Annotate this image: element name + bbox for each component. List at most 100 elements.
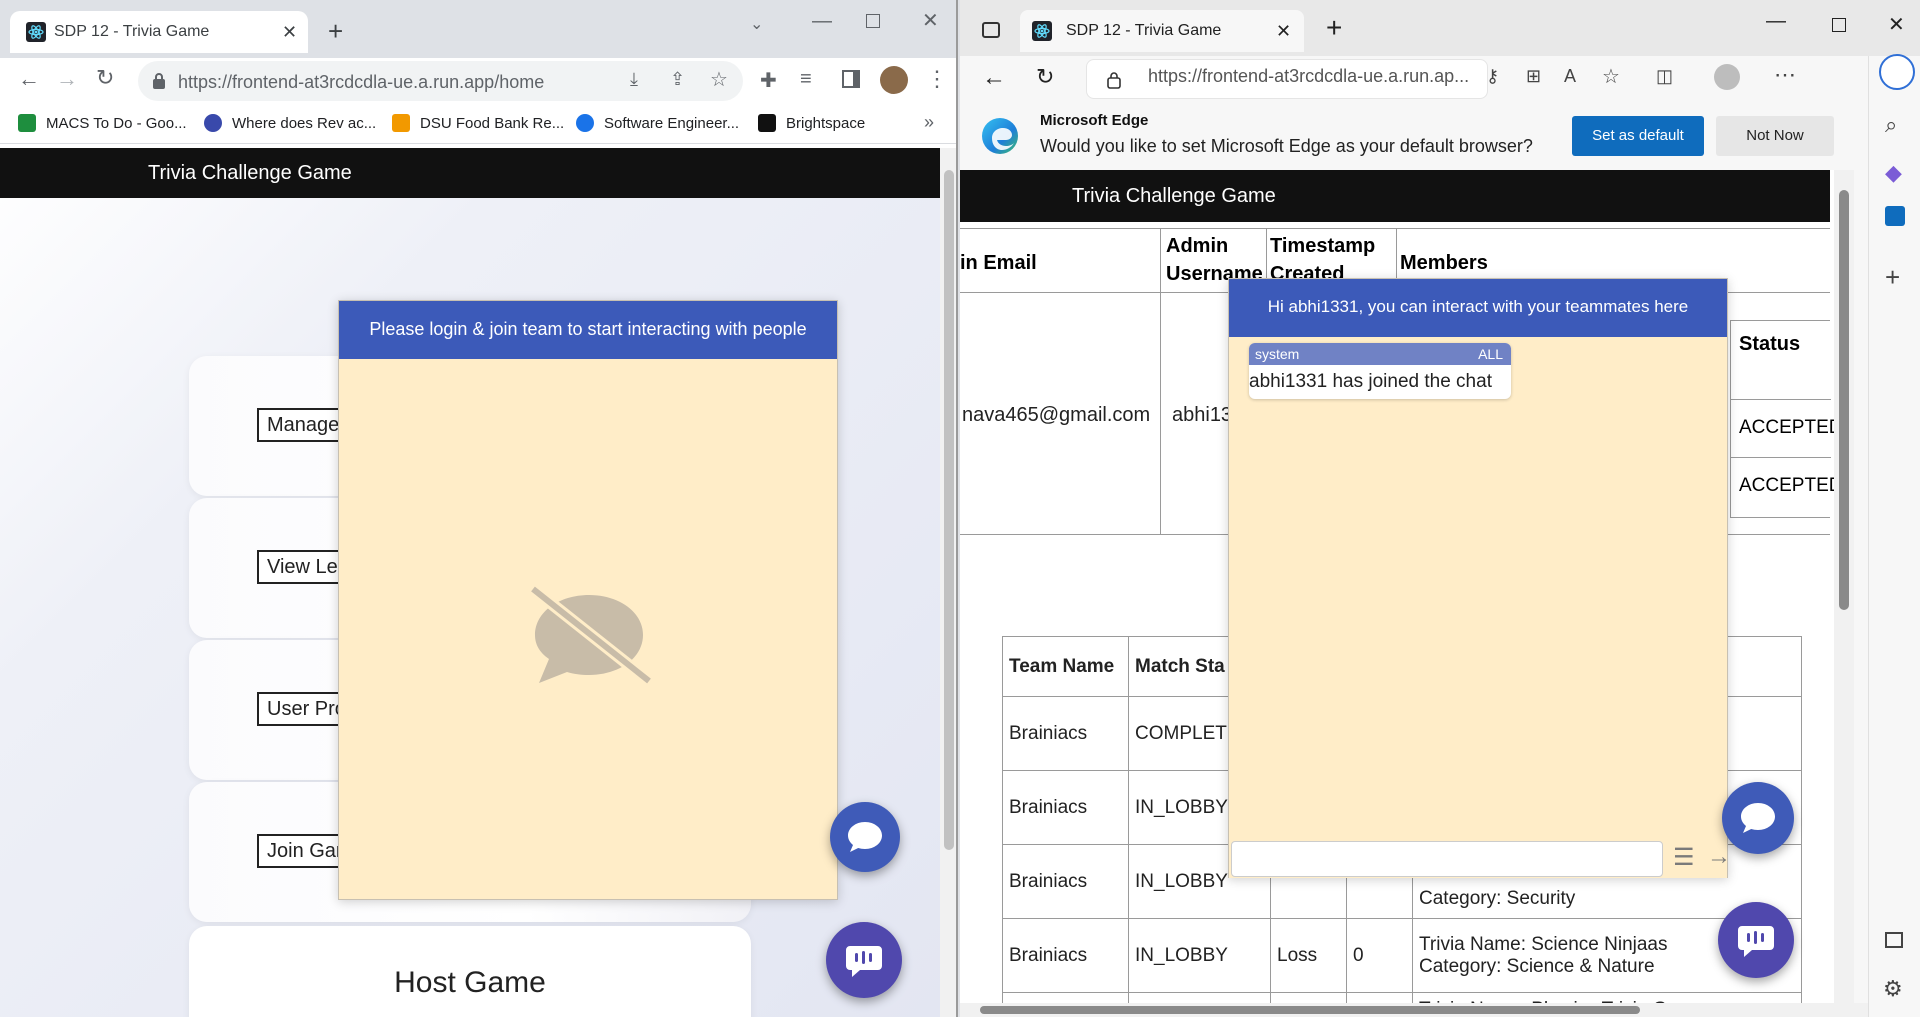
chat-bubble-icon — [848, 822, 882, 852]
close-window-icon[interactable]: ✕ — [1888, 12, 1905, 37]
scroll-thumb[interactable] — [1839, 190, 1849, 610]
star-icon[interactable]: ☆ — [710, 67, 728, 92]
minimize-icon[interactable]: — — [1766, 10, 1786, 33]
extensions-icon[interactable]: ✚ — [760, 68, 777, 93]
url-text: https://frontend-at3rcdcdla-ue.a.run.ap.… — [1148, 66, 1470, 86]
reload-icon[interactable]: ↻ — [1036, 64, 1054, 90]
address-bar[interactable]: https://frontend-at3rcdcdla-ue.a.run.app… — [138, 61, 743, 101]
bookmarks-overflow[interactable]: » — [924, 112, 934, 133]
split-screen-icon[interactable]: ◫ — [1656, 66, 1673, 87]
members-subtable: Status ACCEPTED ACCEPTED — [1730, 320, 1834, 518]
chat-header: Hi abhi1331, you can interact with your … — [1229, 279, 1727, 337]
bookmark-dsu[interactable]: DSU Food Bank Re... — [392, 114, 564, 132]
airtable-icon — [392, 114, 410, 132]
table-border — [960, 228, 1830, 229]
sidebar-toggle-icon[interactable] — [1885, 932, 1903, 948]
react-icon — [1032, 21, 1052, 41]
row-border — [1731, 399, 1831, 400]
team-chat-popup: Hi abhi1331, you can interact with your … — [1228, 278, 1731, 878]
close-tab-icon[interactable]: ✕ — [282, 23, 297, 41]
chat-message-input[interactable] — [1231, 841, 1663, 877]
vertical-scrollbar[interactable] — [940, 148, 956, 1017]
list-icon[interactable]: ☰ — [1673, 843, 1695, 872]
cell-status: IN_LOBBY — [1128, 918, 1271, 993]
chrome-window: SDP 12 - Trivia Game ✕ + ⌄ — ✕ ← → ↻ htt… — [0, 0, 958, 1017]
banner-title: Microsoft Edge — [1040, 112, 1149, 129]
host-game-label[interactable]: Host Game — [189, 966, 751, 1000]
chatbot-icon — [1738, 926, 1774, 957]
search-icon[interactable]: ⌕ — [1885, 112, 1897, 138]
manage-button[interactable]: Manage — [257, 408, 350, 442]
chevron-down-icon[interactable]: ⌄ — [750, 14, 763, 34]
navbar: Trivia Challenge Game — [960, 170, 1830, 222]
navbar: Trivia Challenge Game — [0, 148, 940, 198]
bookmark-rev[interactable]: Where does Rev ac... — [204, 114, 376, 132]
copilot-icon[interactable] — [1879, 54, 1915, 90]
chatbot-button[interactable] — [826, 922, 902, 998]
new-tab-icon[interactable]: + — [1326, 12, 1342, 44]
admin-username: abhi13 — [1172, 404, 1233, 426]
back-icon[interactable]: ← — [982, 64, 1006, 92]
chat-popup: Please login & join team to start intera… — [338, 300, 838, 900]
th-members: Members — [1400, 252, 1488, 274]
more-menu-icon[interactable]: ⋮ — [926, 66, 948, 92]
set-default-button[interactable]: Set as default — [1572, 116, 1704, 156]
edge-sidebar: ⌕ ◆ + ⚙ — [1868, 54, 1920, 1017]
avatar[interactable] — [880, 66, 908, 94]
side-panel-icon[interactable] — [842, 70, 860, 88]
bookmark-software[interactable]: Software Engineer... — [576, 114, 739, 132]
bookmark-brightspace[interactable]: Brightspace — [758, 114, 865, 132]
new-tab-icon[interactable]: + — [328, 16, 343, 47]
key-icon[interactable]: ⚷ — [1486, 66, 1499, 87]
shopping-icon[interactable]: ◆ — [1885, 160, 1902, 186]
not-now-button[interactable]: Not Now — [1716, 116, 1834, 156]
forward-icon[interactable]: → — [56, 66, 78, 92]
share-icon[interactable]: ⇪ — [670, 69, 685, 90]
th-status: Status — [1739, 333, 1801, 355]
chatbot-button[interactable] — [1718, 902, 1794, 978]
default-browser-banner: Microsoft Edge Would you like to set Mic… — [960, 104, 1860, 168]
site-title[interactable]: Trivia Challenge Game — [1072, 185, 1276, 208]
chat-toggle-button[interactable] — [1722, 782, 1794, 854]
scroll-thumb[interactable] — [944, 170, 954, 850]
chat-disabled-icon — [529, 585, 653, 686]
d2l-icon — [758, 114, 776, 132]
scroll-thumb[interactable] — [980, 1006, 1640, 1014]
maximize-icon[interactable] — [866, 14, 880, 28]
browser-tab[interactable]: SDP 12 - Trivia Game ✕ — [1020, 10, 1304, 52]
minimize-icon[interactable]: — — [812, 10, 832, 33]
bookmark-macs[interactable]: MACS To Do - Goo... — [18, 114, 187, 132]
rev-icon — [204, 114, 222, 132]
chat-bubble-icon — [1741, 803, 1775, 833]
chat-toggle-button[interactable] — [830, 802, 900, 872]
back-icon[interactable]: ← — [18, 66, 40, 92]
read-aloud-icon[interactable]: A — [1564, 66, 1576, 87]
vertical-scrollbar[interactable] — [1834, 170, 1854, 1003]
settings-icon[interactable]: ⚙ — [1883, 976, 1903, 1002]
maximize-icon[interactable] — [1832, 18, 1846, 32]
profile-icon[interactable] — [1714, 64, 1740, 90]
cell-team: Brainiacs — [1002, 844, 1129, 919]
outlook-icon[interactable] — [1885, 206, 1905, 226]
install-icon[interactable]: ⤓ — [630, 69, 638, 90]
member-status: ACCEPTED — [1739, 475, 1834, 496]
bookmark-label: Software Engineer... — [604, 114, 740, 132]
media-icon[interactable]: ≡ — [800, 68, 812, 91]
site-title[interactable]: Trivia Challenge Game — [148, 162, 352, 185]
close-tab-icon[interactable]: ✕ — [1276, 22, 1291, 40]
apps-icon[interactable]: ⊞ — [1526, 66, 1541, 87]
cell-result: Loss — [1270, 918, 1347, 993]
row-border — [1731, 457, 1831, 458]
close-window-icon[interactable]: ✕ — [922, 8, 939, 33]
add-icon[interactable]: + — [1885, 262, 1900, 293]
more-menu-icon[interactable]: ⋯ — [1774, 62, 1796, 88]
message-text: abhi1331 has joined the chat — [1249, 371, 1492, 392]
favorite-icon[interactable]: ☆ — [1602, 64, 1620, 89]
horizontal-scrollbar[interactable] — [960, 1003, 1868, 1017]
tab-actions-icon[interactable] — [982, 22, 1000, 38]
chat-compose: ☰ → — [1229, 841, 1731, 878]
url-text: https://frontend-at3rcdcdla-ue.a.run.app… — [178, 72, 545, 92]
send-icon[interactable]: → — [1707, 843, 1731, 871]
browser-tab[interactable]: SDP 12 - Trivia Game ✕ — [10, 11, 308, 53]
reload-icon[interactable]: ↻ — [96, 65, 114, 91]
